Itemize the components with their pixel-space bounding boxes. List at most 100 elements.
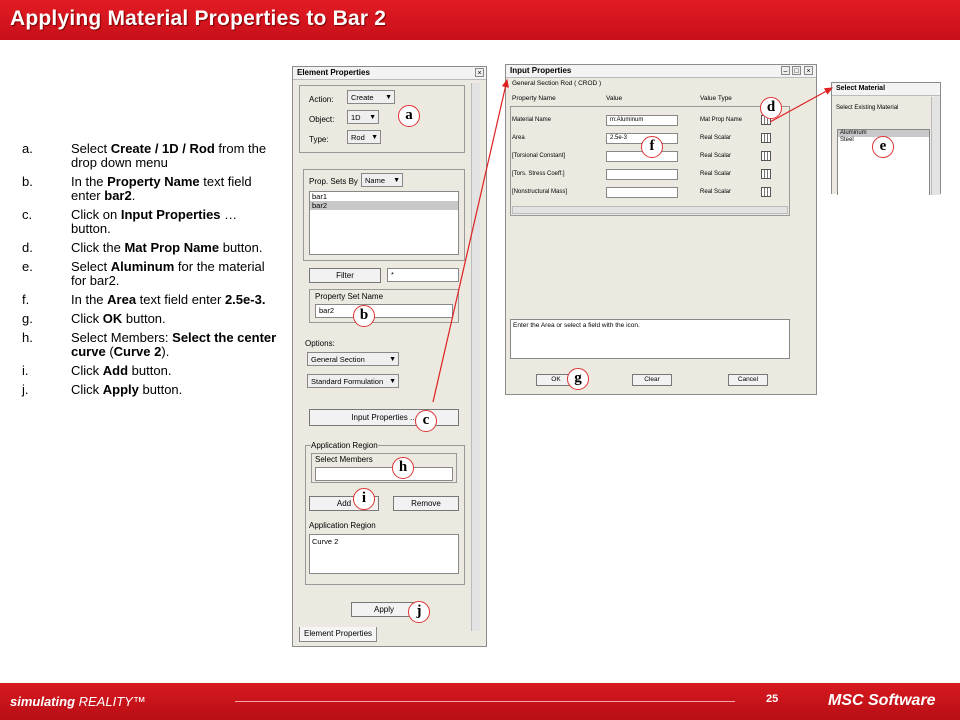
window-title: Element Properties (297, 68, 370, 77)
section-subtitle: General Section Rod ( CROD ) (512, 80, 602, 87)
field-select-icon[interactable] (761, 187, 771, 197)
window-title: Select Material (836, 85, 886, 92)
brand-rest: REALITY™ (75, 694, 146, 709)
step-text: Select (71, 259, 111, 274)
step-emphasis: Area (107, 292, 137, 307)
type-dropdown[interactable]: Rod (347, 130, 381, 144)
panel-tab[interactable]: Element Properties (299, 627, 377, 642)
step-text: In the (71, 174, 108, 189)
material-scrollbar[interactable] (931, 97, 940, 195)
input-properties-titlebar: Input Properties (506, 65, 816, 78)
panel-scrollbar[interactable] (471, 83, 480, 631)
step-text: . (131, 188, 136, 203)
application-region-list[interactable]: Curve 2 (309, 534, 459, 574)
list-item[interactable]: bar1 (310, 192, 458, 201)
list-item[interactable]: Curve 2 (310, 535, 458, 546)
element-properties-titlebar: Element Properties (293, 67, 486, 80)
step-emphasis: OK (102, 311, 123, 326)
property-name: Area (512, 135, 525, 141)
property-value-type: Real Scalar (700, 171, 732, 177)
callout-a: a (398, 105, 420, 127)
prop-sets-by-dropdown[interactable]: Name (361, 173, 403, 187)
field-select-icon[interactable] (761, 151, 771, 161)
step-emphasis: bar2 (104, 188, 132, 203)
message-text: Enter the Area or select a field with th… (513, 322, 640, 329)
footer-divider (235, 701, 735, 702)
instruction-step: b. In the Property Name text field enter … (22, 175, 277, 203)
instruction-step: f. In the Area text field enter 2.5e-3. (22, 293, 277, 307)
callout-c: c (415, 410, 437, 432)
step-letter: j. (22, 382, 29, 397)
instruction-list: a. Select Create / 1D / Rod from the drop… (22, 142, 277, 402)
step-text: Select Members: (71, 330, 173, 345)
action-label: Action: (309, 95, 334, 104)
property-set-name-label: Property Set Name (315, 292, 384, 301)
property-value-type: Real Scalar (700, 153, 732, 159)
horizontal-scrollbar[interactable] (512, 206, 788, 214)
property-value-type: Mat Prop Name (700, 117, 743, 123)
slide-title: Applying Material Properties to Bar 2 (10, 7, 387, 30)
footer-bar: simulating REALITY™ 25 MSC Software (0, 683, 960, 720)
type-label: Type: (309, 135, 329, 144)
object-dropdown[interactable]: 1D (347, 110, 379, 124)
field-select-icon[interactable] (761, 169, 771, 179)
instruction-step: d. Click the Mat Prop Name button. (22, 241, 277, 255)
property-value-type: Real Scalar (700, 135, 732, 141)
property-name: Material Name (512, 117, 552, 123)
callout-g: g (567, 368, 589, 390)
step-text: Click the (71, 240, 125, 255)
property-value-input[interactable] (606, 187, 678, 198)
page-number: 25 (766, 693, 779, 705)
step-letter: a. (22, 141, 33, 156)
property-name: [Tors. Stress Coeff.] (512, 171, 565, 177)
step-letter: e. (22, 259, 33, 274)
step-text: text field enter (136, 292, 225, 307)
filter-input[interactable]: * (387, 268, 459, 282)
step-text: ( (105, 344, 114, 359)
step-letter: i. (22, 363, 29, 378)
col-value-type: Value Type (700, 95, 732, 102)
brand-bold: simulating (10, 694, 76, 709)
step-emphasis: 2.5e-3. (224, 292, 266, 307)
property-value-input[interactable] (606, 169, 678, 180)
step-emphasis: Add (102, 363, 129, 378)
step-emphasis: Apply (102, 382, 139, 397)
step-emphasis: Aluminum (110, 259, 175, 274)
close-icon[interactable]: × (475, 68, 484, 77)
action-dropdown[interactable]: Create (347, 90, 395, 104)
minimize-icon[interactable]: – (781, 66, 790, 75)
callout-f: f (641, 136, 663, 158)
option-formulation-dropdown[interactable]: Standard Formulation (307, 374, 399, 388)
step-text: button. (219, 240, 263, 255)
element-properties-window: Element Properties × Action: Create Obje… (292, 66, 487, 647)
callout-h: h (392, 457, 414, 479)
apply-button[interactable]: Apply (351, 602, 417, 617)
maximize-icon[interactable]: □ (792, 66, 801, 75)
property-name: [Nonstructural Mass] (512, 189, 568, 195)
step-text: button. (128, 363, 172, 378)
object-label: Object: (309, 115, 335, 124)
list-item[interactable]: bar2 (310, 201, 458, 210)
filter-button[interactable]: Filter (309, 268, 381, 283)
step-text: Click (71, 382, 103, 397)
cancel-button[interactable]: Cancel (728, 374, 768, 386)
close-icon[interactable]: × (804, 66, 813, 75)
company-logo: MSC Software (828, 692, 936, 709)
step-text: ). (161, 344, 170, 359)
prop-sets-list[interactable]: bar1 bar2 (309, 191, 459, 255)
step-letter: f. (22, 292, 30, 307)
step-text: button. (122, 311, 166, 326)
field-select-icon[interactable] (761, 133, 771, 143)
property-set-name-input[interactable]: bar2 (315, 304, 453, 318)
col-value: Value (606, 95, 623, 102)
panel-tab-label: Element Properties (303, 629, 373, 638)
property-value-input[interactable]: m:Aluminum (606, 115, 678, 126)
clear-button[interactable]: Clear (632, 374, 672, 386)
footer-brand: simulating REALITY™ (10, 694, 146, 709)
option-section-dropdown[interactable]: General Section (307, 352, 399, 366)
callout-i: i (353, 488, 375, 510)
select-members-input[interactable] (315, 467, 453, 481)
step-emphasis: Curve 2 (113, 344, 162, 359)
remove-button[interactable]: Remove (393, 496, 459, 511)
step-letter: d. (22, 240, 33, 255)
